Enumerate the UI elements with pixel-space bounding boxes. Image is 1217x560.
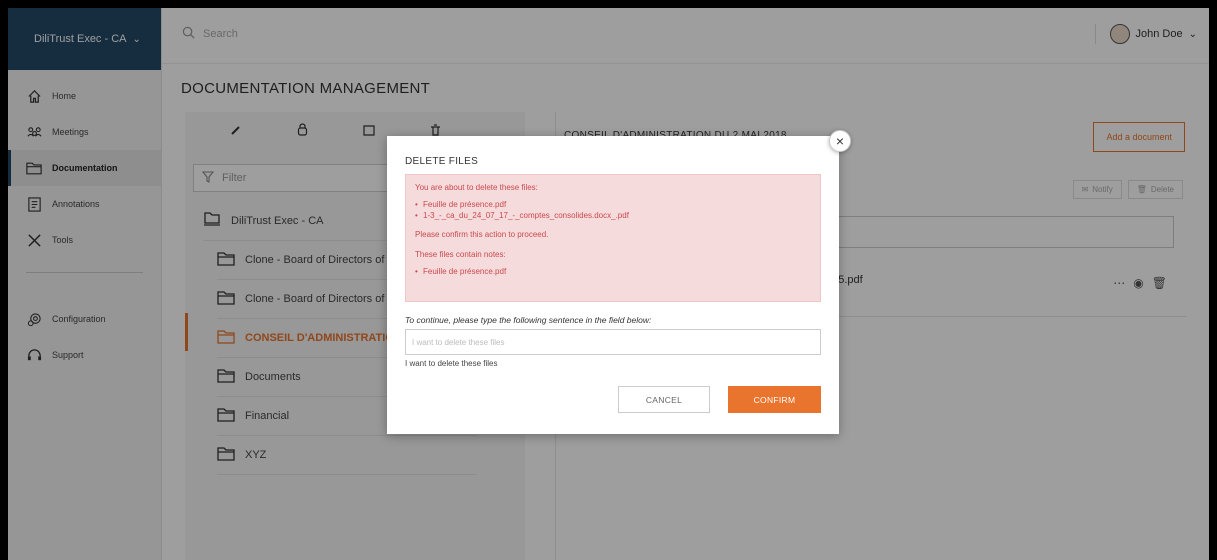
notes-files-list: Feuille de présence.pdf bbox=[415, 267, 811, 278]
alert-intro: You are about to delete these files: bbox=[415, 183, 538, 192]
confirmation-sentence-input[interactable] bbox=[405, 329, 821, 355]
alert-notes-message: These files contain notes: bbox=[415, 250, 506, 260]
close-icon[interactable]: × bbox=[829, 130, 851, 152]
list-item: Feuille de présence.pdf bbox=[415, 200, 811, 211]
files-list: Feuille de présence.pdf 1-3_-_ca_du_24_0… bbox=[415, 200, 811, 222]
app-window: DiliTrust Exec - CA ⌄ Home Meetings Docu… bbox=[8, 8, 1209, 560]
list-item: 1-3_-_ca_du_24_07_17_-_comptes_consolide… bbox=[415, 211, 811, 222]
cancel-button[interactable]: CANCEL bbox=[618, 386, 710, 413]
alert-confirm-message: Please confirm this action to proceed. bbox=[415, 230, 549, 240]
warning-alert: You are about to delete these files: Feu… bbox=[405, 174, 821, 302]
sentence-hint: I want to delete these files bbox=[405, 359, 498, 368]
list-item: Feuille de présence.pdf bbox=[415, 267, 811, 278]
instruction-text: To continue, please type the following s… bbox=[405, 315, 652, 325]
delete-files-dialog: × DELETE FILES You are about to delete t… bbox=[387, 130, 851, 434]
confirm-button[interactable]: CONFIRM bbox=[728, 386, 821, 413]
dialog-title: DELETE FILES bbox=[405, 156, 479, 167]
